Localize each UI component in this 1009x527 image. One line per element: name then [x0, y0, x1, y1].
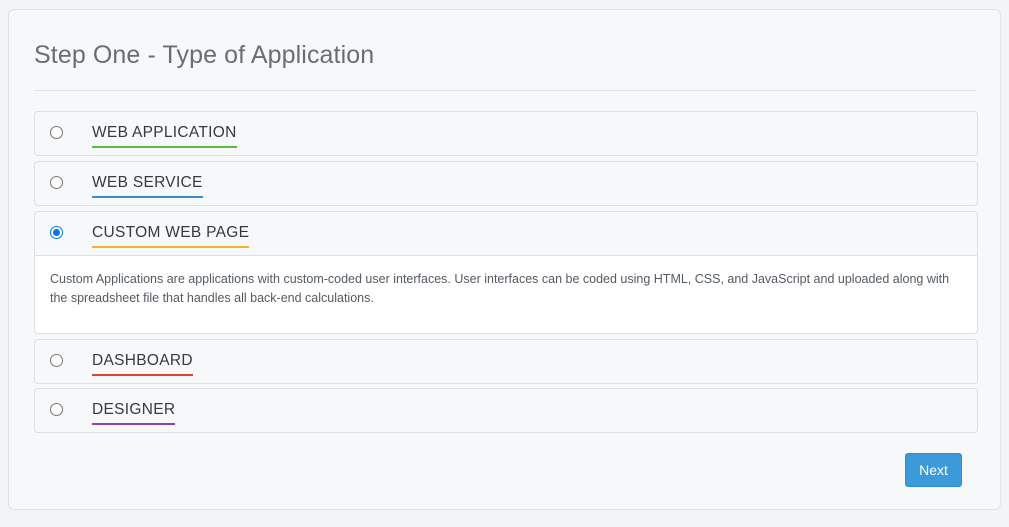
- application-type-card: Step One - Type of Application WEB APPLI…: [8, 9, 1001, 510]
- option-label: WEB SERVICE: [92, 174, 203, 198]
- option-custom-web-page[interactable]: CUSTOM WEB PAGE Custom Applications are …: [34, 211, 978, 334]
- title-divider: [34, 90, 976, 91]
- option-header[interactable]: DESIGNER: [35, 389, 977, 432]
- option-designer[interactable]: DESIGNER: [34, 388, 978, 433]
- option-label: WEB APPLICATION: [92, 124, 237, 148]
- radio-web-service[interactable]: [50, 176, 63, 189]
- radio-web-application[interactable]: [50, 126, 63, 139]
- option-label: DASHBOARD: [92, 352, 193, 376]
- option-description: Custom Applications are applications wit…: [50, 272, 950, 305]
- radio-designer[interactable]: [50, 403, 63, 416]
- option-label: CUSTOM WEB PAGE: [92, 224, 250, 248]
- option-description-panel: Custom Applications are applications wit…: [35, 255, 977, 333]
- option-header[interactable]: WEB APPLICATION: [35, 112, 977, 155]
- next-button[interactable]: Next: [905, 453, 962, 487]
- radio-dashboard[interactable]: [50, 354, 63, 367]
- option-label: DESIGNER: [92, 401, 176, 425]
- page-title: Step One - Type of Application: [34, 41, 375, 69]
- option-dashboard[interactable]: DASHBOARD: [34, 339, 978, 384]
- option-web-application[interactable]: WEB APPLICATION: [34, 111, 978, 156]
- option-header[interactable]: CUSTOM WEB PAGE: [35, 212, 977, 255]
- option-web-service[interactable]: WEB SERVICE: [34, 161, 978, 206]
- option-header[interactable]: WEB SERVICE: [35, 162, 977, 205]
- radio-custom-web-page[interactable]: [50, 226, 63, 239]
- option-header[interactable]: DASHBOARD: [35, 340, 977, 383]
